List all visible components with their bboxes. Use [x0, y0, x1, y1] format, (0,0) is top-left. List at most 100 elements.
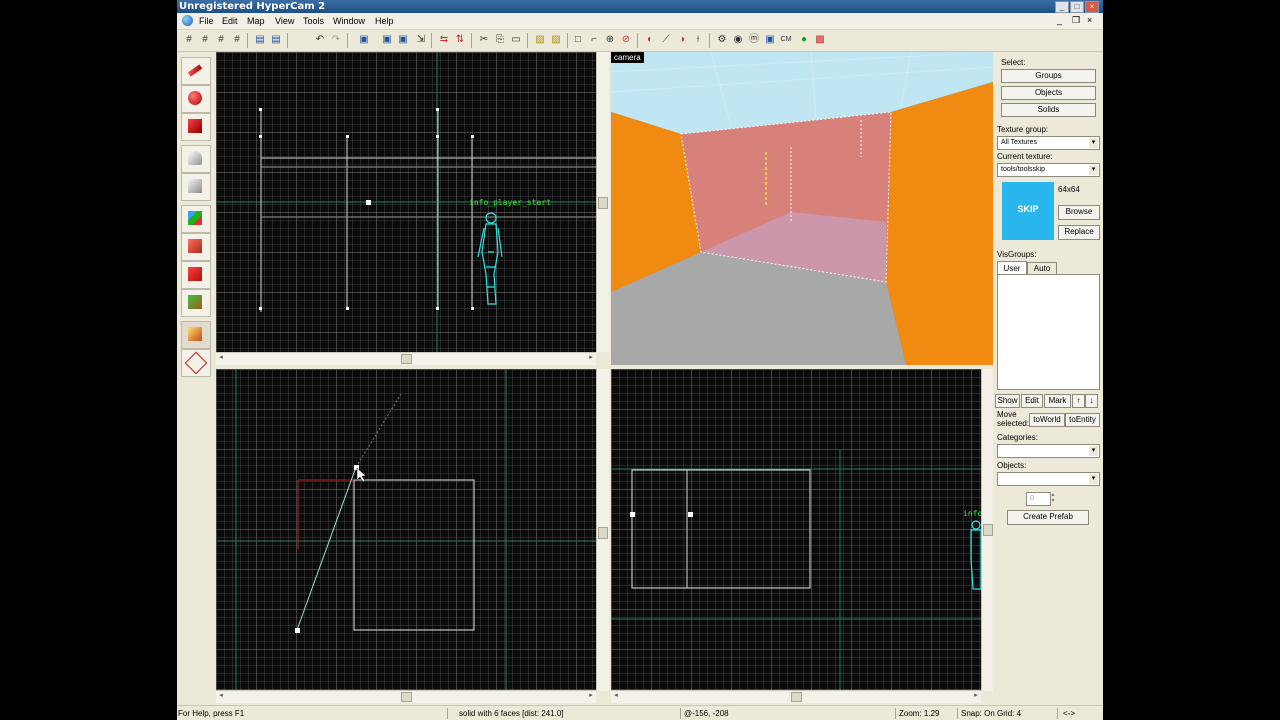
close-button[interactable]: ×	[1085, 1, 1099, 13]
copy-icon[interactable]: ⎘	[493, 33, 507, 47]
side-view-horizontal-scrollbar[interactable]: ◂ ▸	[611, 690, 981, 703]
solids-button[interactable]: Solids	[1001, 103, 1096, 117]
flip-horizontal-icon[interactable]: ⇆	[437, 33, 451, 47]
to-entity-button[interactable]: toEntity	[1065, 413, 1100, 427]
menu-edit[interactable]: Edit	[222, 15, 238, 27]
mdi-minimize-button[interactable]: _	[1057, 15, 1062, 25]
groups-button[interactable]: Groups	[1001, 69, 1096, 83]
world-icon[interactable]: ●	[797, 33, 811, 47]
map-properties-icon[interactable]: ◑	[675, 33, 689, 47]
models-icon[interactable]: ⓜ	[747, 33, 761, 47]
menu-help[interactable]: Help	[375, 15, 394, 27]
scroll-right-icon[interactable]: ▸	[586, 691, 596, 701]
minimize-button[interactable]: _	[1055, 1, 1069, 13]
camera-3d-viewport[interactable]: camera	[611, 52, 993, 365]
block-tool-icon[interactable]	[181, 173, 211, 201]
scroll-thumb[interactable]	[598, 527, 608, 539]
scroll-thumb[interactable]	[401, 692, 412, 702]
grid-larger-icon[interactable]: #	[214, 33, 228, 47]
cut-icon[interactable]: ✂	[477, 33, 491, 47]
snap-icon[interactable]: ⌐	[587, 33, 601, 47]
scroll-thumb[interactable]	[598, 197, 608, 209]
spinner-arrows-icon[interactable]: ▴ ▾	[1048, 492, 1058, 504]
cm-icon[interactable]: CM	[779, 33, 793, 47]
save-window-icon[interactable]: ▤	[269, 33, 283, 47]
front-2d-viewport[interactable]	[216, 369, 596, 691]
grid-icon[interactable]: #	[182, 33, 196, 47]
flip-vertical-icon[interactable]: ⇅	[453, 33, 467, 47]
hide-unselected-icon[interactable]: ⇲	[414, 33, 428, 47]
ungroup-icon[interactable]: ▣	[380, 33, 394, 47]
objects-button[interactable]: Objects	[1001, 86, 1096, 100]
browse-button[interactable]: Browse	[1058, 205, 1100, 220]
group-icon[interactable]: ▣	[357, 33, 371, 47]
move-down-icon[interactable]: ↓	[1085, 394, 1098, 408]
scroll-left-icon[interactable]: ◂	[611, 691, 621, 701]
top-view-vertical-scrollbar[interactable]	[596, 52, 609, 352]
side-2d-viewport[interactable]: info_	[611, 369, 981, 691]
make-hollow-icon[interactable]: ▨	[549, 33, 563, 47]
show-info-icon[interactable]: ⟊	[691, 33, 705, 47]
redo-icon[interactable]: ↷	[329, 33, 343, 47]
selection-tool-icon[interactable]	[181, 57, 211, 85]
menu-map[interactable]: Map	[247, 15, 265, 27]
mark-button[interactable]: Mark	[1044, 394, 1071, 408]
visgroups-list[interactable]	[997, 274, 1100, 390]
carve-icon[interactable]: ▨	[533, 33, 547, 47]
scroll-left-icon[interactable]: ◂	[216, 353, 226, 363]
check-problems-icon[interactable]: ⟋	[659, 33, 673, 47]
create-prefab-button[interactable]: Create Prefab	[1007, 510, 1089, 525]
viewport-label[interactable]: camera	[611, 52, 644, 63]
scroll-right-icon[interactable]: ▸	[586, 353, 596, 363]
texture-preview[interactable]: SKIP	[1002, 182, 1054, 240]
menu-view[interactable]: View	[275, 15, 294, 27]
front-view-vertical-scrollbar[interactable]	[596, 369, 609, 691]
texture-lock-icon[interactable]: ⊕	[603, 33, 617, 47]
front-view-horizontal-scrollbar[interactable]: ◂ ▸	[216, 690, 596, 703]
texture-group-select[interactable]: All Textures ▾	[997, 136, 1100, 150]
entity-tool-icon[interactable]	[181, 145, 211, 173]
scroll-thumb[interactable]	[983, 524, 993, 536]
mdi-restore-button[interactable]: ❐	[1072, 15, 1080, 26]
scroll-left-icon[interactable]: ◂	[216, 691, 226, 701]
grid-smaller-icon[interactable]: #	[198, 33, 212, 47]
app-globe-icon[interactable]	[182, 15, 193, 26]
top-2d-viewport[interactable]: info_player_start	[216, 52, 596, 352]
objects-select[interactable]: ▾	[997, 472, 1100, 486]
menu-window[interactable]: Window	[333, 15, 365, 27]
clip-tool-icon[interactable]	[181, 321, 211, 349]
grid-toggle-icon[interactable]: #	[230, 33, 244, 47]
magnify-tool-icon[interactable]	[181, 85, 211, 113]
decal-tool-icon[interactable]	[181, 261, 211, 289]
overlay-tool-icon[interactable]	[181, 289, 211, 317]
paste-icon[interactable]: ▭	[509, 33, 523, 47]
top-view-horizontal-scrollbar[interactable]: ◂ ▸	[216, 352, 596, 365]
to-world-button[interactable]: toWorld	[1029, 413, 1065, 427]
apply-texture-icon[interactable]	[181, 233, 211, 261]
camera-tool-icon[interactable]	[181, 113, 211, 141]
scroll-thumb[interactable]	[791, 692, 802, 702]
show-button[interactable]: Show	[995, 394, 1020, 408]
replace-button[interactable]: Replace	[1058, 225, 1100, 240]
cordon-icon[interactable]: ◉	[731, 33, 745, 47]
texture-scale-lock-icon[interactable]: ⊘	[619, 33, 633, 47]
categories-select[interactable]: ▾	[997, 444, 1100, 458]
menu-file[interactable]: File	[199, 15, 214, 27]
toggle-helpers-icon[interactable]: ⚙	[715, 33, 729, 47]
menu-tools[interactable]: Tools	[303, 15, 324, 27]
load-window-icon[interactable]: ▤	[253, 33, 267, 47]
entity-report-icon[interactable]: ◐	[643, 33, 657, 47]
edit-button[interactable]: Edit	[1021, 394, 1043, 408]
undo-icon[interactable]: ↶	[313, 33, 327, 47]
run-map-icon[interactable]: ▩	[813, 33, 827, 47]
move-up-icon[interactable]: ↑	[1072, 394, 1085, 408]
current-texture-select[interactable]: tools/toolsskip ▾	[997, 163, 1100, 177]
mdi-close-button[interactable]: ×	[1087, 15, 1092, 25]
tab-user[interactable]: User	[997, 261, 1027, 275]
scroll-thumb[interactable]	[401, 354, 412, 364]
scroll-right-icon[interactable]: ▸	[971, 691, 981, 701]
selection-box-icon[interactable]: □	[571, 33, 585, 47]
texture-tool-icon[interactable]	[181, 205, 211, 233]
cube-display-icon[interactable]: ▣	[763, 33, 777, 47]
maximize-button[interactable]: □	[1070, 1, 1084, 13]
